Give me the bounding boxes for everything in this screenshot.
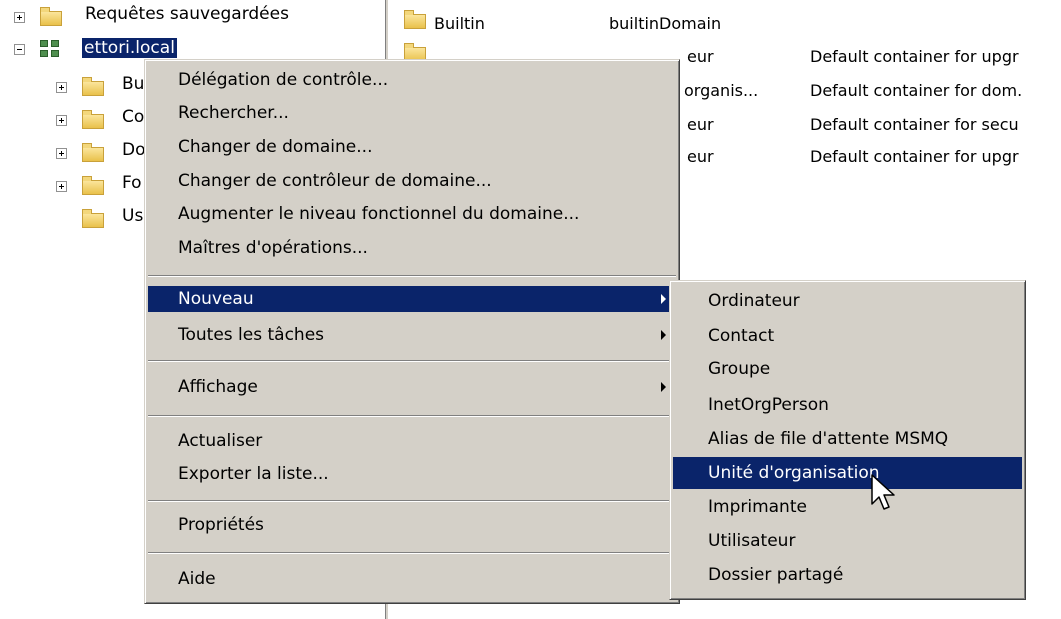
tree-item-domain[interactable]: ettori.local (82, 38, 177, 58)
tree-item-domain-controllers[interactable]: Do (122, 140, 146, 160)
list-item-description: Default container for upgr (810, 147, 1019, 166)
folder-icon (82, 110, 104, 129)
menu-item-change-domain-controller[interactable]: Changer de contrôleur de domaine... (148, 168, 676, 194)
tree-item-users[interactable]: Us (122, 206, 143, 226)
folder-icon (82, 209, 104, 228)
folder-icon (82, 176, 104, 195)
menu-item-operations-masters[interactable]: Maîtres d'opérations... (148, 235, 676, 261)
expand-icon[interactable] (56, 181, 67, 192)
menu-item-properties[interactable]: Propriétés (148, 512, 676, 538)
submenu-item-contact[interactable]: Contact (673, 323, 1022, 349)
menu-item-help[interactable]: Aide (148, 566, 676, 592)
collapse-icon[interactable] (14, 44, 25, 55)
submenu-item-printer[interactable]: Imprimante (673, 494, 1022, 520)
menu-item-delegate-control[interactable]: Délégation de contrôle... (148, 67, 676, 93)
list-item-type: eur (687, 47, 714, 66)
submenu-item-inetorgperson[interactable]: InetOrgPerson (673, 392, 1022, 418)
submenu-item-computer[interactable]: Ordinateur (673, 288, 1022, 314)
submenu-arrow-icon (661, 294, 666, 304)
menu-item-new[interactable]: Nouveau (148, 286, 676, 312)
expand-icon[interactable] (56, 82, 67, 93)
context-menu: Délégation de contrôle... Rechercher... … (144, 59, 680, 604)
menu-separator (148, 360, 676, 362)
submenu-item-shared-folder[interactable]: Dossier partagé (673, 562, 1022, 588)
tree-item-builtin[interactable]: Bu (122, 74, 144, 94)
list-item-type: eur (687, 147, 714, 166)
menu-item-new-label: Nouveau (178, 289, 254, 309)
ou-folder-icon (82, 143, 104, 162)
folder-icon (40, 7, 62, 26)
list-item-type: eur (687, 115, 714, 134)
submenu-item-group[interactable]: Groupe (673, 356, 1022, 382)
menu-item-all-tasks[interactable]: Toutes les tâches (148, 322, 676, 348)
expand-icon[interactable] (14, 12, 25, 23)
tree-item-computers[interactable]: Co (122, 107, 144, 127)
submenu-arrow-icon (661, 330, 666, 340)
expand-icon[interactable] (56, 115, 67, 126)
menu-item-change-domain[interactable]: Changer de domaine... (148, 134, 676, 160)
menu-separator (148, 552, 676, 554)
menu-item-export-list[interactable]: Exporter la liste... (148, 461, 676, 487)
tree-item-saved-queries[interactable]: Requêtes sauvegardées (85, 4, 289, 24)
list-item-description: Default container for upgr (810, 47, 1019, 66)
submenu-item-organizational-unit[interactable]: Unité d'organisation (673, 457, 1022, 489)
menu-separator (148, 500, 676, 502)
folder-icon (404, 10, 426, 29)
submenu-arrow-icon (661, 382, 666, 392)
list-item-name[interactable]: Builtin (434, 14, 485, 33)
list-item-type: builtinDomain (609, 14, 722, 33)
domain-icon (40, 40, 60, 58)
menu-item-find[interactable]: Rechercher... (148, 100, 676, 126)
tree-item-foreign-principals[interactable]: Fo (122, 173, 142, 193)
list-item-type: organis... (684, 81, 759, 100)
folder-icon (82, 77, 104, 96)
menu-separator (148, 275, 676, 277)
list-item-description: Default container for secu (810, 115, 1019, 134)
submenu-item-user[interactable]: Utilisateur (673, 528, 1022, 554)
menu-item-raise-functional-level[interactable]: Augmenter le niveau fonctionnel du domai… (148, 201, 676, 227)
submenu-item-msmq-alias[interactable]: Alias de file d'attente MSMQ (673, 426, 1022, 452)
menu-item-refresh[interactable]: Actualiser (148, 428, 676, 454)
menu-item-view[interactable]: Affichage (148, 374, 676, 400)
menu-separator (148, 415, 676, 417)
menu-item-all-tasks-label: Toutes les tâches (178, 325, 325, 345)
list-item-description: Default container for dom. (810, 81, 1023, 100)
menu-item-view-label: Affichage (178, 377, 258, 397)
new-submenu: Ordinateur Contact Groupe InetOrgPerson … (669, 280, 1026, 600)
mouse-cursor-icon (871, 474, 895, 510)
expand-icon[interactable] (56, 148, 67, 159)
